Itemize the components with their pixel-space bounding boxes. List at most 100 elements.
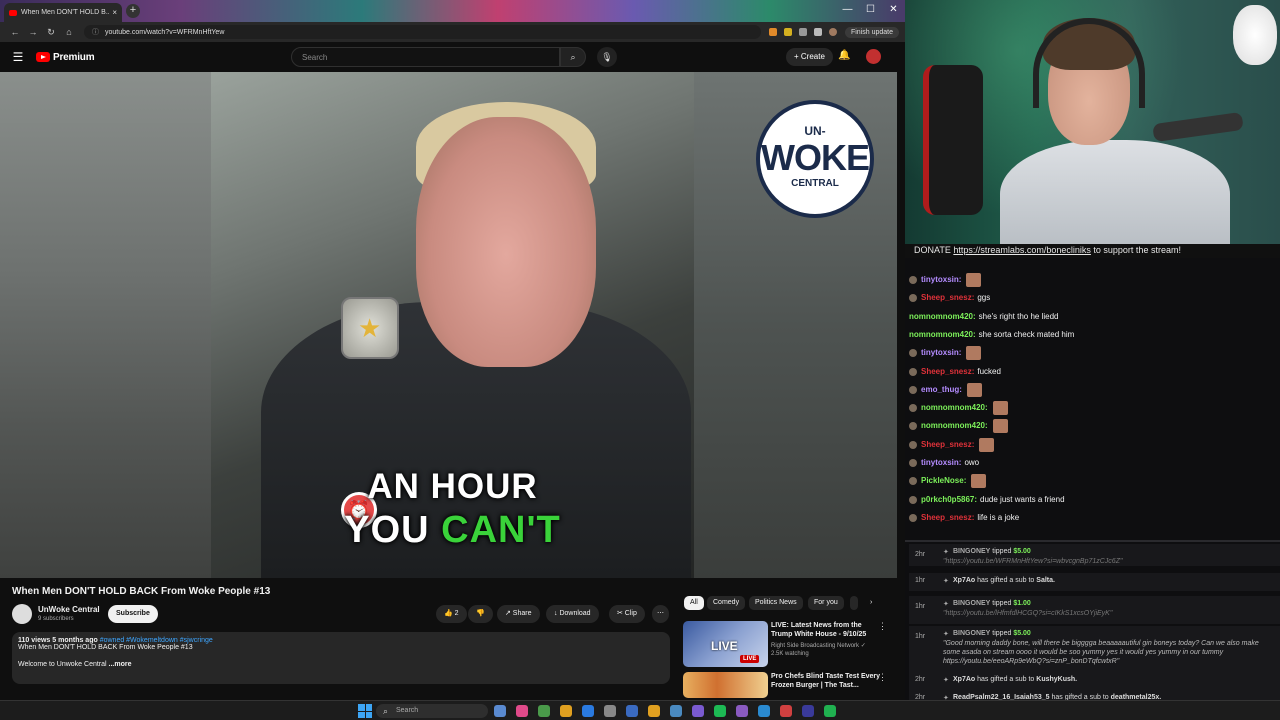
gift-recipient[interactable]: KushyKush. [1036,676,1077,683]
hashtags[interactable]: #owned #Wokemeltdown #sjwcringe [100,637,213,644]
chat-username[interactable]: PickleNose: [921,473,966,489]
recommended-title[interactable]: Pro Chefs Blind Taste Test Every Frozen … [771,672,881,690]
chat-username[interactable]: nomnomnom420: [909,309,976,325]
taskbar-app-icon[interactable] [494,705,506,717]
account-avatar[interactable] [866,49,881,64]
chat-username[interactable]: tinytoxsin: [921,272,961,288]
download-button[interactable]: ↓ Download [546,605,599,623]
chat-username[interactable]: Sheep_snesz: [921,510,974,526]
chat-username[interactable]: nomnomnom420: [921,400,988,416]
search-input[interactable]: Search [291,47,560,67]
taskbar-app-icon[interactable] [780,705,792,717]
event-user[interactable]: Xp7Ao [953,577,975,584]
chat-username[interactable]: Sheep_snesz: [921,290,974,306]
donate-link[interactable]: https://streamlabs.com/bonecliniks [953,245,1091,255]
more-options-icon[interactable]: ⋮ [878,621,887,632]
start-button-icon[interactable] [358,704,372,718]
close-window-button[interactable]: ✕ [882,0,905,22]
share-button[interactable]: ↗ Share [497,605,540,623]
taskbar-app-icon[interactable] [648,705,660,717]
taskbar-app-icon[interactable] [560,705,572,717]
clip-button[interactable]: ✂ Clip [609,605,645,623]
chat-username[interactable]: Sheep_snesz: [921,364,974,380]
browser-tab[interactable]: When Men DON'T HOLD B... × [4,3,122,22]
taskbar-app-icon[interactable] [758,705,770,717]
taskbar-app-icon[interactable] [802,705,814,717]
maximize-button[interactable]: ☐ [859,0,882,22]
tab-close-icon[interactable]: × [112,8,117,17]
taskbar-app-icon[interactable] [670,705,682,717]
video-person-face [416,117,596,367]
recommended-video[interactable]: LIVE LIVE LIVE: Latest News from the Tru… [683,621,897,669]
reload-icon[interactable]: ↻ [42,27,60,38]
home-icon[interactable]: ⌂ [60,27,78,37]
taskbar-app-icon[interactable] [692,705,704,717]
chip-partial[interactable] [850,596,858,610]
taskbar-search[interactable]: Search [376,704,488,718]
back-icon[interactable]: ← [6,27,24,37]
chat-username[interactable]: emo_thug: [921,382,962,398]
video-player[interactable]: ⏰ AN HOUR YOU CAN'T UN- WOKE CENTRAL [0,72,897,578]
youtube-logo[interactable]: Premium [36,52,95,63]
gift-recipient[interactable]: Salta. [1036,577,1055,584]
event-user[interactable]: BINGONEY [953,600,990,607]
more-options-icon[interactable]: ⋮ [878,672,887,683]
channel-name[interactable]: UnWoke Central [38,605,100,614]
extension-icon[interactable] [813,28,822,36]
recommended-title[interactable]: LIVE: Latest News from the Trump White H… [771,621,881,639]
chip-for-you[interactable]: For you [808,596,844,610]
notifications-icon[interactable]: 🔔 [838,50,850,61]
video-thumbnail[interactable]: LIVE LIVE [683,621,768,667]
create-button[interactable]: + Create [786,48,833,66]
chips-next-icon[interactable]: › [864,596,878,610]
event-line: BINGONEY tipped $5.00 [953,548,1031,555]
extension-icon[interactable] [783,28,792,36]
voice-search-icon[interactable]: 🎙 [597,47,617,67]
chip-comedy[interactable]: Comedy [707,596,746,610]
chat-emote-icon [966,273,982,287]
chat-username[interactable]: Sheep_snesz: [921,437,974,453]
like-button[interactable]: 👍 2 [436,605,467,623]
show-more-link[interactable]: ...more [109,661,132,668]
menu-icon[interactable]: ☰ [0,50,36,64]
video-thumbnail[interactable] [683,672,768,698]
new-tab-button[interactable]: + [126,4,140,18]
extension-icon[interactable] [768,28,777,36]
chat-message: tinytoxsin: [909,345,982,361]
chat-username[interactable]: nomnomnom420: [909,327,976,343]
channel-avatar[interactable] [12,604,32,624]
event-line: Xp7Ao has gifted a sub to KushyKush. [953,676,1077,683]
chat-username[interactable]: nomnomnom420: [921,418,988,434]
webcam-overlay [905,0,1280,252]
minimize-button[interactable]: — [836,0,859,22]
more-actions-button[interactable]: ⋯ [652,605,669,623]
dislike-button[interactable]: 👎 [468,605,493,623]
finish-update-button[interactable]: Finish update [844,26,899,38]
event-user[interactable]: Xp7Ao [953,676,975,683]
subscribe-button[interactable]: Subscribe [108,605,158,623]
taskbar-app-icon[interactable] [824,705,836,717]
extension-icon[interactable] [798,28,807,36]
recommended-video[interactable]: Pro Chefs Blind Taste Test Every Frozen … [683,672,897,700]
chip-all[interactable]: All [684,596,704,610]
description-box[interactable]: 110 views 5 months ago #owned #Wokemeltd… [12,632,670,684]
taskbar-app-icon[interactable] [714,705,726,717]
search-button[interactable]: ⌕ [560,47,586,67]
chat-username[interactable]: tinytoxsin: [921,345,961,361]
taskbar-app-icon[interactable] [736,705,748,717]
chat-badge-icon [909,495,917,504]
chip-politics-news[interactable]: Politics News [749,596,803,610]
event-user[interactable]: BINGONEY [953,630,990,637]
url-field[interactable]: ⓘ youtube.com/watch?v=WFRMnHftYew [84,25,761,39]
chat-username[interactable]: p0rkch0p5867: [921,492,977,508]
profile-icon[interactable] [828,28,837,36]
chat-username[interactable]: tinytoxsin: [921,455,961,471]
taskbar-app-icon[interactable] [582,705,594,717]
taskbar-app-icon[interactable] [516,705,528,717]
forward-icon[interactable]: → [24,27,42,37]
event-user[interactable]: BINGONEY [953,548,990,555]
taskbar-app-icon[interactable] [626,705,638,717]
taskbar-app-icon[interactable] [604,705,616,717]
site-info-icon[interactable]: ⓘ [92,27,99,37]
taskbar-app-icon[interactable] [538,705,550,717]
